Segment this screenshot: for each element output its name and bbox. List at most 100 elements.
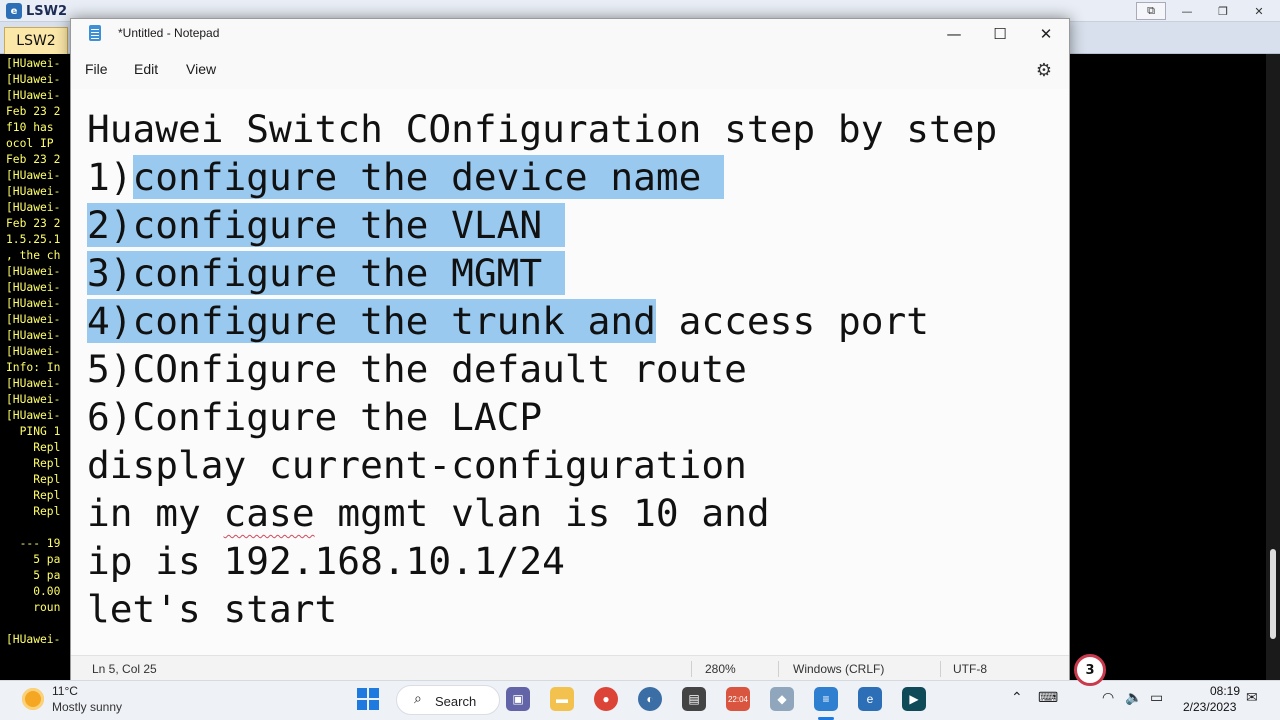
console-line: Repl (6, 441, 61, 454)
network-app-icon[interactable]: ◐ (638, 687, 662, 711)
notepad-titlebar: *Untitled - Notepad — ☐ ✕ (71, 19, 1069, 49)
text-line: 3)configure the MGMT (87, 249, 565, 297)
terminal-app-icon[interactable]: ▤ (682, 687, 706, 711)
console-line: PING 1 (6, 425, 61, 438)
text-line: 4)configure the trunk and access port (87, 297, 929, 345)
line-text: display current-configuration (87, 443, 747, 487)
search-label: Search (435, 694, 477, 709)
gear-icon[interactable]: ⚙ (1033, 59, 1055, 81)
background-window-controls: ⧉ — ❐ ✕ (1136, 2, 1274, 20)
text-line: let's start (87, 585, 337, 633)
clock-time[interactable]: 08:19 (1210, 684, 1240, 698)
menu-edit[interactable]: Edit (134, 61, 158, 77)
console-scroll-thumb[interactable] (1270, 549, 1276, 639)
line-text: in my (87, 491, 224, 535)
misspelled-word: case (223, 491, 315, 535)
console-line: [HUawei- (6, 633, 61, 646)
cursor-position: Ln 5, Col 25 (92, 662, 157, 676)
console-line: --- 19 (6, 537, 61, 550)
console-line: [HUawei- (6, 313, 61, 326)
calendar-app-icon[interactable]: 22:04 (726, 687, 750, 711)
line-text: 5)COnfigure the default route (87, 347, 747, 391)
close-icon[interactable]: ✕ (1023, 19, 1069, 49)
weather-sun-icon[interactable] (22, 688, 44, 710)
weather-temperature[interactable]: 11°C (52, 684, 78, 698)
text-line: in my case mgmt vlan is 10 and (87, 489, 770, 537)
selected-text: 3)configure the MGMT (87, 251, 565, 295)
text-line: ip is 192.168.10.1/24 (87, 537, 565, 585)
console-line: 0.00 (6, 585, 61, 598)
menu-view[interactable]: View (186, 61, 216, 77)
console-line: [HUawei- (6, 57, 61, 70)
teams-icon[interactable]: ▣ (506, 687, 530, 711)
console-line: [HUawei- (6, 393, 61, 406)
windows-start-icon[interactable] (357, 688, 379, 710)
chevron-up-icon[interactable]: ⌃ (1011, 689, 1023, 706)
background-window-title-text: LSW2 (26, 3, 68, 19)
minimize-icon[interactable]: — (931, 19, 977, 49)
pycharm-icon[interactable]: ▶ (902, 687, 926, 711)
search-icon: ⌕ (414, 690, 422, 706)
console-line: 1.5.25.1 (6, 233, 61, 246)
console-line: Info: In (6, 361, 61, 374)
minimize-icon[interactable]: — (1172, 2, 1202, 20)
vm-app-icon[interactable]: ◆ (770, 687, 794, 711)
status-bar: Ln 5, Col 25 280% Windows (CRLF) UTF-8 (71, 655, 1069, 681)
weather-condition[interactable]: Mostly sunny (52, 700, 122, 714)
text-line: Huawei Switch COnfiguration step by step (87, 105, 997, 153)
selected-text: configure the device name (132, 155, 725, 199)
file-explorer-icon[interactable]: ▬ (550, 687, 574, 711)
battery-icon[interactable]: ▭ (1150, 689, 1163, 706)
notepad-app-icon (89, 25, 101, 41)
window-title: *Untitled - Notepad (118, 26, 220, 40)
console-line: [HUawei- (6, 409, 61, 422)
volume-icon[interactable]: 🔈 (1125, 689, 1142, 706)
console-line: [HUawei- (6, 89, 61, 102)
notification-badge[interactable]: 3 (1074, 654, 1106, 686)
console-line: , the ch (6, 249, 61, 262)
console-scrollbar[interactable] (1266, 54, 1280, 680)
console-line: [HUawei- (6, 201, 61, 214)
console-line: [HUawei- (6, 329, 61, 342)
keyboard-icon[interactable]: ⌨ (1038, 689, 1058, 706)
chrome-icon[interactable]: ● (594, 687, 618, 711)
line-text: 6)Configure the LACP (87, 395, 543, 439)
maximize-icon[interactable]: ❐ (1208, 2, 1238, 20)
console-line: 5 pa (6, 569, 61, 582)
console-line: 5 pa (6, 553, 61, 566)
console-line: Feb 23 2 (6, 153, 61, 166)
console-line: Feb 23 2 (6, 105, 61, 118)
console-line: [HUawei- (6, 73, 61, 86)
console-line: [HUawei- (6, 265, 61, 278)
taskbar-search[interactable]: ⌕ Search (396, 685, 500, 715)
restore-icon[interactable]: ⧉ (1136, 2, 1166, 20)
text-editor[interactable]: Huawei Switch COnfiguration step by step… (71, 89, 1069, 655)
menu-bar: File Edit View ⚙ (71, 55, 1069, 85)
notepad-taskbar-icon[interactable]: ≡ (814, 687, 838, 711)
console-line: roun (6, 601, 61, 614)
wifi-icon[interactable]: ◠ (1102, 689, 1114, 706)
console-line: [HUawei- (6, 345, 61, 358)
close-icon[interactable]: ✕ (1244, 2, 1274, 20)
notification-icon[interactable]: ✉ (1246, 689, 1258, 706)
selected-text: 2)configure the VLAN (87, 203, 565, 247)
ensp-taskbar-icon[interactable]: e (858, 687, 882, 711)
maximize-icon[interactable]: ☐ (977, 19, 1023, 49)
tab-lsw2[interactable]: LSW2 (4, 27, 68, 54)
console-line: Repl (6, 489, 61, 502)
selected-text: 4)configure the trunk and (87, 299, 656, 343)
text-line: 5)COnfigure the default route (87, 345, 747, 393)
line-text: 1) (87, 155, 133, 199)
line-text: ip is 192.168.10.1/24 (87, 539, 565, 583)
menu-file[interactable]: File (85, 61, 108, 77)
clock-date[interactable]: 2/23/2023 (1183, 700, 1236, 714)
line-text: let's start (87, 587, 338, 631)
console-line: [HUawei- (6, 169, 61, 182)
console-line: [HUawei- (6, 281, 61, 294)
text-line: 6)Configure the LACP (87, 393, 542, 441)
divider (940, 661, 941, 677)
divider (778, 661, 779, 677)
text-line: display current-configuration (87, 441, 747, 489)
text-line: 1)configure the device name (87, 153, 725, 201)
